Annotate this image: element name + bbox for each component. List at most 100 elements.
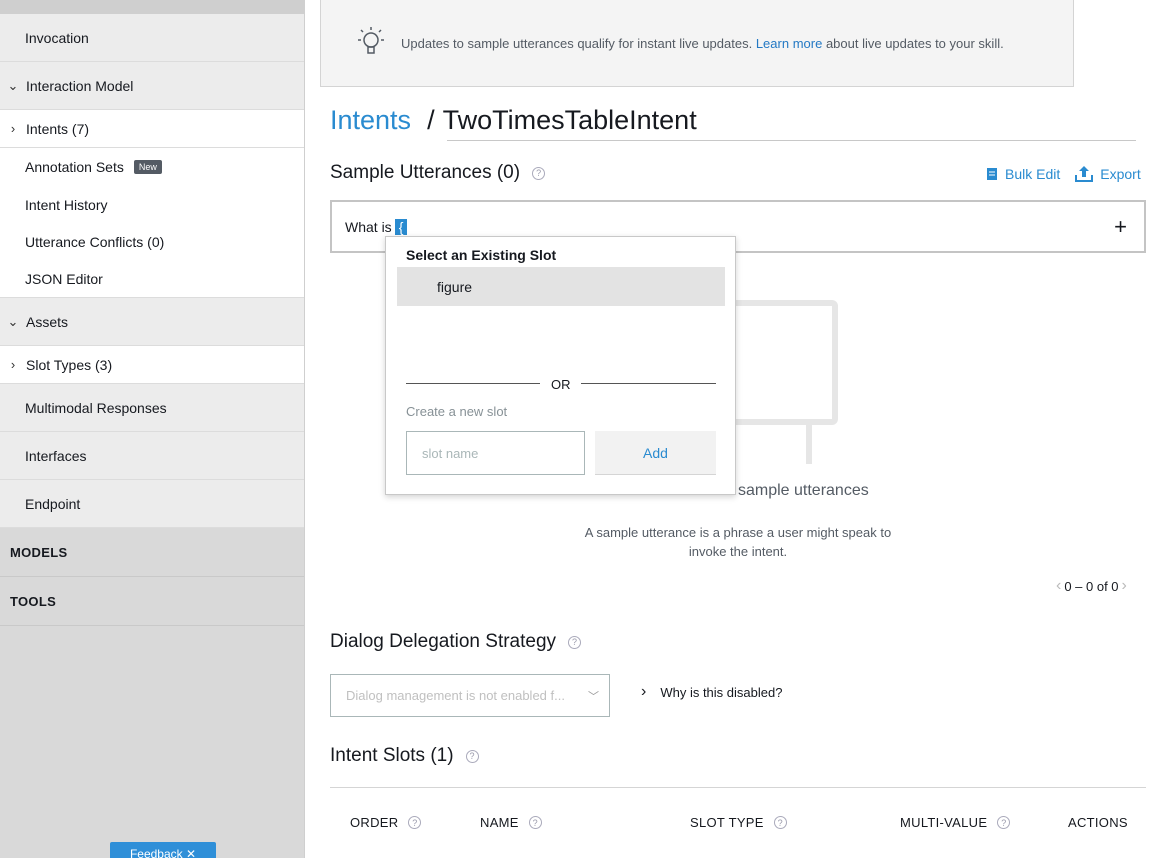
pagination: ‹ 0 – 0 of 0 ›	[1053, 577, 1130, 595]
bulk-edit-icon	[987, 168, 997, 180]
sidebar-item-interfaces[interactable]: Interfaces	[0, 432, 304, 480]
sidebar-item-invocation[interactable]: Invocation	[0, 14, 304, 62]
feedback-button[interactable]: Feedback ✕	[110, 842, 216, 858]
intent-slots-title: Intent Slots (1)	[330, 745, 454, 766]
empty-desc-line: invoke the intent.	[688, 544, 788, 559]
slot-name-input[interactable]	[406, 431, 585, 475]
sidebar-item-label: Utterance Conflicts (0)	[25, 233, 165, 250]
sidebar-top-strip	[0, 0, 304, 14]
sidebar-item-label: Intents (7)	[26, 120, 90, 137]
prev-page-icon[interactable]: ‹	[1056, 577, 1061, 595]
help-icon[interactable]: ?	[997, 816, 1011, 829]
bulk-edit-button[interactable]: Bulk Edit	[985, 166, 1060, 182]
column-label: MULTI-VALUE	[900, 815, 988, 830]
sidebar-item-label: Invocation	[25, 29, 89, 46]
breadcrumb-intents-link[interactable]: Intents	[330, 105, 411, 136]
help-icon[interactable]: ?	[568, 635, 582, 649]
chevron-right-icon: ›	[10, 121, 16, 136]
lightbulb-icon	[358, 27, 384, 54]
info-banner: Updates to sample utterances qualify for…	[320, 0, 1074, 87]
next-page-icon[interactable]: ›	[1122, 577, 1127, 595]
sidebar-item-slot-types[interactable]: › Slot Types (3)	[0, 346, 304, 384]
learn-more-link[interactable]: Learn more	[756, 36, 822, 51]
sidebar-item-label: Endpoint	[25, 495, 81, 512]
why-disabled-label: Why is this disabled?	[660, 684, 783, 700]
bulk-edit-label: Bulk Edit	[1005, 166, 1061, 182]
column-header-multi-value: MULTI-VALUE ?	[900, 815, 1011, 830]
sidebar-item-multimodal-responses[interactable]: Multimodal Responses	[0, 384, 304, 432]
help-icon[interactable]: ?	[408, 816, 422, 829]
chevron-right-icon: ›	[641, 683, 647, 700]
banner-text-before: Updates to sample utterances qualify for…	[401, 35, 753, 51]
select-value: Dialog management is not enabled f...	[346, 688, 565, 703]
column-label: ORDER	[350, 815, 399, 830]
column-header-actions: ACTIONS	[1068, 815, 1128, 830]
column-header-slot-type: SLOT TYPE ?	[690, 815, 787, 830]
pagination-label: 0 – 0 of 0	[1064, 578, 1119, 594]
sidebar-item-assets[interactable]: ⌄ Assets	[0, 298, 304, 346]
existing-slot-option[interactable]: figure	[397, 267, 725, 306]
column-label: SLOT TYPE	[690, 815, 764, 830]
section-label: MODELS	[10, 544, 68, 560]
speech-bubble-tail	[782, 424, 812, 464]
chevron-down-icon: ⌄	[7, 77, 19, 93]
divider	[581, 383, 716, 384]
sidebar-item-label: Intent History	[25, 196, 108, 213]
sidebar: Invocation ⌄ Interaction Model › Intents…	[0, 0, 305, 858]
sidebar-item-utterance-conflicts[interactable]: Utterance Conflicts (0)	[0, 223, 304, 260]
breadcrumb: Intents / TwoTimesTableIntent	[330, 105, 697, 136]
sidebar-item-label: Annotation Sets	[25, 159, 124, 175]
intent-slots-heading: Intent Slots (1) ?	[330, 745, 479, 767]
why-disabled-toggle[interactable]: › Why is this disabled?	[641, 683, 782, 701]
slot-popup: Select an Existing Slot figure OR Create…	[385, 236, 736, 495]
slot-popup-title: Select an Existing Slot	[406, 247, 557, 263]
banner-text-after: about live updates to your skill.	[825, 35, 1004, 51]
section-label: TOOLS	[10, 593, 57, 609]
export-label: Export	[1100, 166, 1141, 182]
sidebar-item-intent-history[interactable]: Intent History	[0, 186, 304, 223]
utterance-selected-text: {	[394, 218, 408, 235]
sidebar-item-json-editor[interactable]: JSON Editor	[0, 260, 304, 298]
column-label: NAME	[480, 815, 519, 830]
sidebar-section-tools[interactable]: TOOLS	[0, 577, 304, 626]
column-header-name: NAME ?	[480, 815, 542, 830]
sidebar-item-label: Interaction Model	[26, 77, 134, 94]
add-slot-button[interactable]: Add	[595, 431, 716, 475]
sidebar-section-models[interactable]: MODELS	[0, 528, 304, 577]
sidebar-item-endpoint[interactable]: Endpoint	[0, 480, 304, 528]
banner-text: Updates to sample utterances qualify for…	[401, 36, 1004, 51]
page-title: TwoTimesTableIntent	[442, 105, 697, 135]
empty-state-description: A sample utterance is a phrase a user mi…	[560, 523, 916, 561]
create-slot-label: Create a new slot	[406, 404, 508, 419]
utterance-text: What is	[345, 218, 392, 235]
sidebar-item-interaction-model[interactable]: ⌄ Interaction Model	[0, 62, 304, 110]
add-utterance-button[interactable]: +	[1114, 214, 1127, 240]
new-badge: New	[133, 160, 162, 174]
sidebar-item-label: Multimodal Responses	[25, 399, 167, 416]
column-header-order: ORDER ?	[350, 815, 422, 830]
help-icon[interactable]: ?	[532, 166, 546, 180]
sidebar-item-label: Interfaces	[25, 447, 87, 464]
export-icon	[1075, 166, 1094, 182]
title-underline	[447, 140, 1136, 141]
or-label: OR	[551, 377, 571, 392]
sidebar-item-annotation-sets[interactable]: Annotation Sets New	[0, 148, 304, 186]
chevron-right-icon: ›	[10, 357, 16, 372]
help-icon[interactable]: ?	[465, 749, 479, 763]
sidebar-item-label: JSON Editor	[25, 270, 103, 287]
sample-utterances-heading: Sample Utterances (0) ?	[330, 162, 546, 184]
sidebar-item-intents[interactable]: › Intents (7)	[0, 110, 304, 148]
column-label: ACTIONS	[1068, 815, 1128, 830]
dialog-delegation-title: Dialog Delegation Strategy	[330, 631, 557, 652]
utterance-actions: Bulk Edit Export	[985, 165, 1155, 183]
dialog-delegation-select[interactable]: Dialog management is not enabled f... ﹀	[330, 674, 610, 717]
divider	[406, 383, 540, 384]
chevron-down-icon: ⌄	[7, 313, 19, 329]
help-icon[interactable]: ?	[528, 816, 542, 829]
export-button[interactable]: Export	[1074, 165, 1141, 183]
empty-desc-line: A sample utterance is a phrase a user mi…	[584, 525, 892, 540]
help-icon[interactable]: ?	[773, 816, 787, 829]
breadcrumb-separator: /	[427, 105, 435, 135]
dialog-delegation-heading: Dialog Delegation Strategy ?	[330, 631, 582, 653]
chevron-down-icon: ﹀	[588, 691, 599, 703]
